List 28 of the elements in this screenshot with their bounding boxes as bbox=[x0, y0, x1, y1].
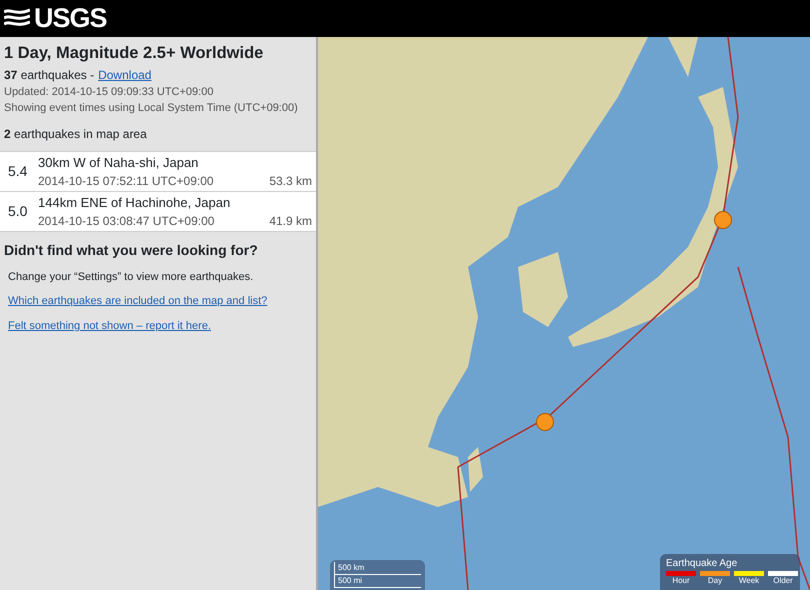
place-text: 144km ENE of Hachinohe, Japan bbox=[38, 194, 232, 212]
legend-label: Week bbox=[738, 576, 760, 586]
legend-label: Hour bbox=[672, 576, 690, 586]
earthquake-row[interactable]: 5.0 144km ENE of Hachinohe, Japan 2014-10-15 03:08:47 UTC+09:00 41.9 km bbox=[0, 190, 316, 231]
place-text: 30km W of Naha-shi, Japan bbox=[38, 154, 200, 172]
scale-label: 500 mi bbox=[334, 575, 421, 588]
magnitude-text: 5.0 bbox=[8, 202, 28, 221]
help-link[interactable]: Which earthquakes are included on the map and list? bbox=[8, 295, 268, 308]
legend-title: Earthquake Age bbox=[666, 557, 738, 571]
help-link[interactable]: Felt something not shown – report it here. bbox=[8, 320, 211, 332]
feed-title: 1 Day, Magnitude 2.5+ Worldwide bbox=[4, 43, 264, 64]
time-text: 2014-10-15 03:08:47 UTC+09:00 bbox=[38, 213, 214, 230]
depth-text: 41.9 km bbox=[269, 213, 312, 230]
legend-label: Day bbox=[708, 576, 722, 586]
earthquake-row[interactable]: 5.4 30km W of Naha-shi, Japan 2014-10-15 07:52:11 UTC+09:00 53.3 km bbox=[0, 150, 316, 191]
help-heading: Didn't find what you were looking for? bbox=[4, 240, 259, 260]
earthquake-count: 37 earthquakes - bbox=[4, 66, 94, 84]
download-link[interactable]: Download bbox=[98, 66, 152, 84]
map-count-text: 2 earthquakes in map area bbox=[4, 126, 148, 143]
updated-text: Updated: 2014-10-15 09:09:33 UTC+09:00 bbox=[4, 84, 214, 100]
time-note: Showing event times using Local System Time (UTC+09:00) bbox=[4, 101, 299, 116]
logo-text: USGS bbox=[34, 5, 107, 32]
legend-label: Older bbox=[773, 576, 793, 586]
time-text: 2014-10-15 07:52:11 UTC+09:00 bbox=[38, 173, 214, 190]
help-text: Change your “Settings” to view more earthquakes. bbox=[8, 270, 254, 285]
magnitude-text: 5.4 bbox=[8, 162, 28, 181]
scale-label: 500 km bbox=[334, 562, 421, 575]
depth-text: 53.3 km bbox=[269, 173, 312, 190]
